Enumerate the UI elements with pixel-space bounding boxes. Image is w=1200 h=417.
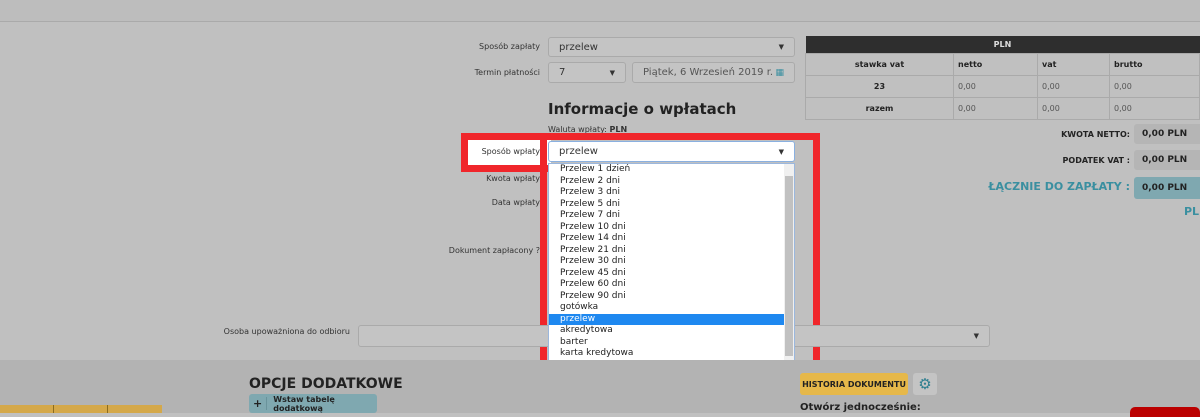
- header-cell: netto: [953, 52, 1038, 76]
- cell: razem: [805, 96, 954, 120]
- header-cell: stawka vat: [805, 52, 954, 76]
- bottom-section: [0, 360, 1200, 413]
- dropdown-option[interactable]: Przelew 3 dni: [549, 187, 794, 199]
- deposit-method-select[interactable]: przelew ▼: [548, 141, 795, 162]
- dropdown-option[interactable]: Przelew 45 dni: [549, 268, 794, 280]
- button[interactable]: [0, 405, 54, 413]
- history-button[interactable]: HISTORIA DOKUMENTU: [800, 373, 908, 395]
- chevron-down-icon: ▼: [609, 68, 615, 77]
- term-date-input[interactable]: Piątek, 6 Wrzesień 2019 r. ▦: [632, 62, 795, 83]
- table-row: razem 0,00 0,00 0,00: [805, 96, 1200, 120]
- cell: 23: [805, 74, 954, 98]
- dropdown-option[interactable]: Przelew 10 dni: [549, 222, 794, 234]
- calendar-icon[interactable]: ▦: [775, 68, 784, 78]
- payment-method-select[interactable]: przelew ▼: [548, 37, 795, 57]
- dropdown-option[interactable]: Przelew 1 dzień: [549, 164, 794, 176]
- vat-value: 0,00 PLN: [1134, 150, 1200, 170]
- deposit-method-label: Sposób wpłaty: [481, 147, 540, 156]
- dropdown-option[interactable]: karta kredytowa: [549, 348, 794, 360]
- header-cell: vat: [1037, 52, 1110, 76]
- total-label: ŁĄCZNIE DO ZAPŁATY :: [988, 180, 1130, 193]
- vat-label: PODATEK VAT :: [1062, 156, 1130, 165]
- top-bar: [0, 0, 1200, 22]
- insert-table-label: Wstaw tabelę dodatkową: [273, 394, 335, 413]
- table-row: 23 0,00 0,00 0,00: [805, 74, 1200, 98]
- chevron-down-icon: ▼: [778, 147, 784, 156]
- dropdown-option[interactable]: Przelew 5 dni: [549, 199, 794, 211]
- cell: 0,00: [1037, 74, 1110, 98]
- dropdown-option[interactable]: Przelew 21 dni: [549, 245, 794, 257]
- open-simultaneously-label: Otwórz jednocześnie:: [800, 402, 921, 413]
- paid-label: Dokument zapłacony ?: [448, 246, 540, 255]
- deposit-method-value: przelew: [559, 146, 598, 157]
- amount-label: Kwota wpłaty: [486, 174, 540, 183]
- term-label: Termin płatności: [474, 68, 540, 77]
- dropdown-option[interactable]: Przelew 14 dni: [549, 233, 794, 245]
- dropdown-option[interactable]: Przelew 30 dni: [549, 256, 794, 268]
- section-title: Informacje o wpłatach: [548, 100, 737, 118]
- button[interactable]: [54, 405, 108, 413]
- term-days-select[interactable]: 7 ▼: [548, 62, 626, 83]
- authorized-label: Osoba upoważniona do odbioru: [223, 327, 350, 336]
- total-value: 0,00 PLN: [1134, 177, 1200, 199]
- dropdown-option[interactable]: Przelew 60 dni: [549, 279, 794, 291]
- header-cell: brutto: [1109, 52, 1200, 76]
- bottom-left-buttons[interactable]: [0, 405, 162, 413]
- net-label: KWOTA NETTO:: [1061, 130, 1130, 139]
- cell: 0,00: [1109, 96, 1200, 120]
- cell: 0,00: [953, 74, 1038, 98]
- term-days-value: 7: [559, 67, 566, 78]
- table-header-row: stawka vat netto vat brutto: [805, 52, 1200, 76]
- cell: 0,00: [953, 96, 1038, 120]
- table-caption: PLN: [805, 36, 1200, 53]
- net-value: 0,00 PLN: [1134, 124, 1200, 144]
- dropdown-option[interactable]: Przelew 7 dni: [549, 210, 794, 222]
- gear-icon[interactable]: ⚙: [913, 373, 937, 395]
- payment-method-label: Sposób zapłaty: [479, 42, 540, 51]
- chevron-down-icon: ▼: [778, 43, 784, 51]
- vat-table: PLN stawka vat netto vat brutto 23 0,00 0,…: [805, 36, 1200, 120]
- cell: 0,00: [1109, 74, 1200, 98]
- plus-icon: +: [249, 397, 268, 410]
- dropdown-option[interactable]: gotówka: [549, 302, 794, 314]
- insert-table-button[interactable]: + Wstaw tabelę dodatkową: [249, 394, 377, 413]
- extra-options-title: OPCJE DODATKOWE: [249, 376, 403, 392]
- dropdown-option[interactable]: akredytowa: [549, 325, 794, 337]
- date-label: Data wpłaty: [491, 198, 540, 207]
- payment-method-value: przelew: [559, 41, 598, 53]
- cell: 0,00: [1037, 96, 1110, 120]
- term-date-value: Piątek, 6 Wrzesień 2019 r.: [643, 67, 774, 78]
- dropdown-option[interactable]: przelew: [549, 313, 794, 325]
- dropdown-option[interactable]: Przelew 90 dni: [549, 291, 794, 303]
- currency-link[interactable]: PLN: [1184, 205, 1200, 218]
- action-button[interactable]: [1130, 407, 1200, 417]
- chevron-down-icon: ▼: [973, 332, 979, 340]
- dropdown-option[interactable]: Przelew 2 dni: [549, 176, 794, 188]
- scrollbar-thumb[interactable]: [785, 176, 793, 356]
- dropdown-option[interactable]: barter: [549, 337, 794, 349]
